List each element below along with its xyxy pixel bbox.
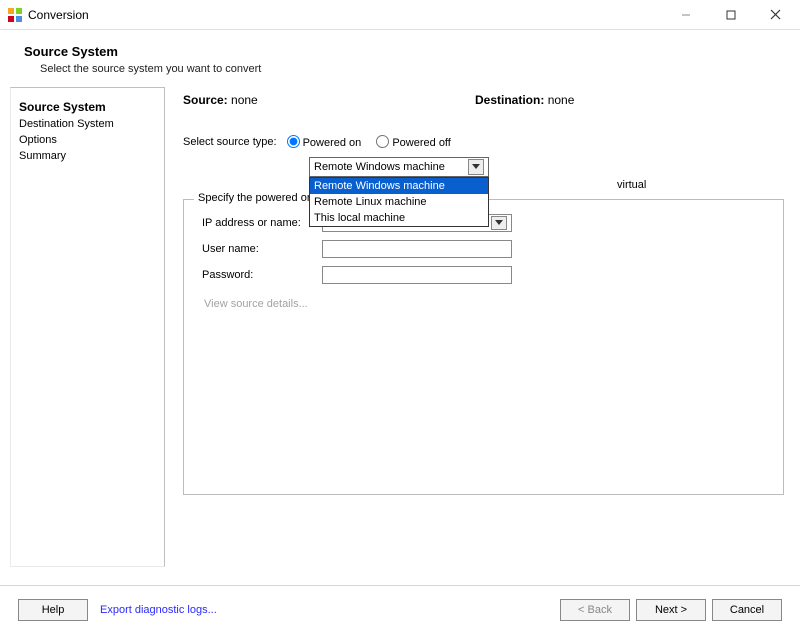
export-logs-link[interactable]: Export diagnostic logs... xyxy=(100,604,217,616)
radio-powered-off[interactable] xyxy=(376,135,389,148)
close-button[interactable] xyxy=(753,1,798,29)
source-type-row: Select source type: Powered on Powered o… xyxy=(183,135,790,149)
app-icon xyxy=(8,8,22,22)
username-input[interactable] xyxy=(322,240,512,258)
source-value: none xyxy=(231,93,258,107)
chevron-down-icon xyxy=(468,159,484,175)
back-button[interactable]: < Back xyxy=(560,599,630,621)
radio-powered-off-text: Powered off xyxy=(392,137,451,149)
maximize-button[interactable] xyxy=(708,1,753,29)
chevron-down-icon xyxy=(491,216,507,230)
footer: Help Export diagnostic logs... < Back Ne… xyxy=(0,585,800,633)
dropdown-option[interactable]: Remote Windows machine xyxy=(310,178,488,194)
sidebar-item-options[interactable]: Options xyxy=(19,132,156,148)
wizard-sidebar: Source System Destination System Options… xyxy=(10,87,165,567)
help-button[interactable]: Help xyxy=(18,599,88,621)
source-label: Source: xyxy=(183,93,228,107)
window-title: Conversion xyxy=(28,8,663,22)
view-source-details-link[interactable]: View source details... xyxy=(204,298,773,310)
password-input[interactable] xyxy=(322,266,512,284)
destination-label: Destination: xyxy=(475,93,544,107)
radio-powered-on[interactable] xyxy=(287,135,300,148)
dropdown-option[interactable]: Remote Linux machine xyxy=(310,194,488,210)
machine-fieldset: Specify the powered on machine IP addres… xyxy=(183,199,784,495)
destination-info: Destination: none xyxy=(475,93,574,107)
dropdown-option[interactable]: This local machine xyxy=(310,210,488,226)
cancel-button[interactable]: Cancel xyxy=(712,599,782,621)
minimize-button[interactable] xyxy=(663,1,708,29)
machine-type-combo[interactable]: Remote Windows machine xyxy=(309,157,489,177)
machine-type-combo-wrap: Remote Windows machine virtual Remote Wi… xyxy=(309,157,790,177)
ip-label: IP address or name: xyxy=(202,217,322,229)
page-header: Source System Select the source system y… xyxy=(0,30,800,87)
radio-powered-off-label[interactable]: Powered off xyxy=(376,137,451,149)
main-panel: Source: none Destination: none Select so… xyxy=(165,87,790,567)
radio-powered-on-label[interactable]: Powered on xyxy=(287,137,362,149)
radio-powered-on-text: Powered on xyxy=(303,137,362,149)
password-label: Password: xyxy=(202,269,322,281)
sidebar-item-summary[interactable]: Summary xyxy=(19,148,156,164)
source-type-label: Select source type: xyxy=(183,136,277,148)
sidebar-item-source-system[interactable]: Source System xyxy=(19,98,156,116)
page-heading: Source System xyxy=(24,44,800,59)
destination-value: none xyxy=(548,93,575,107)
machine-type-selected: Remote Windows machine xyxy=(314,161,445,173)
sidebar-item-destination-system[interactable]: Destination System xyxy=(19,116,156,132)
obscured-text: virtual xyxy=(617,179,646,191)
page-subheading: Select the source system you want to con… xyxy=(40,63,800,75)
next-button[interactable]: Next > xyxy=(636,599,706,621)
titlebar: Conversion xyxy=(0,0,800,30)
username-label: User name: xyxy=(202,243,322,255)
machine-type-dropdown: Remote Windows machine Remote Linux mach… xyxy=(309,177,489,227)
